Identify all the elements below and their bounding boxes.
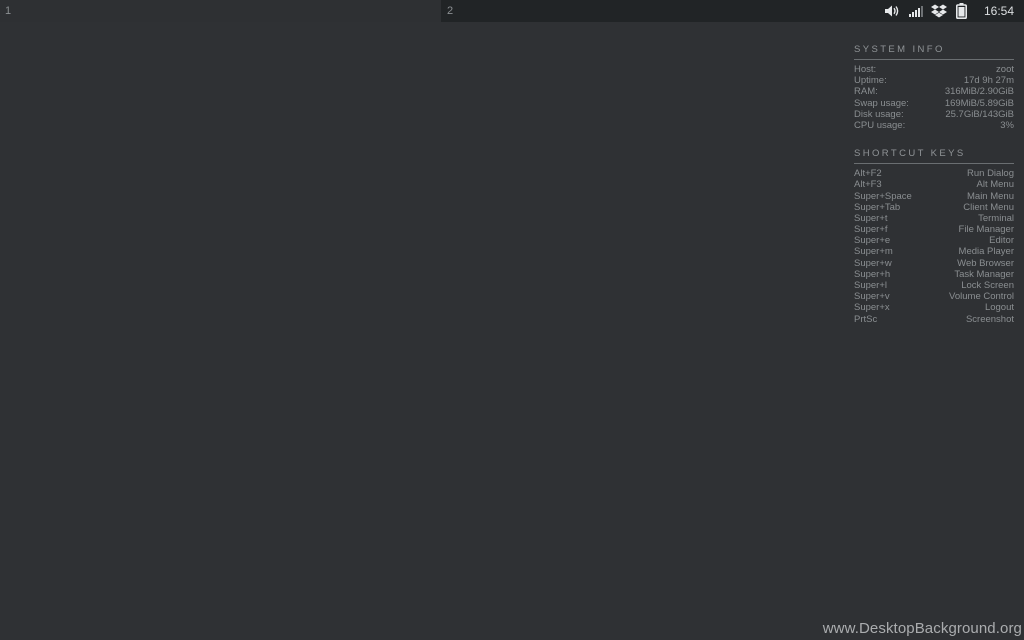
info-key: Swap usage:: [854, 97, 909, 109]
workspace-2-button[interactable]: 2: [441, 0, 821, 22]
shortcut-action: Run Dialog: [967, 168, 1014, 180]
info-row-uptime: Uptime: 17d 9h 27m: [854, 75, 1014, 86]
top-panel: 1 2 16:54: [0, 0, 1024, 22]
shortcut-action: Lock Screen: [961, 280, 1014, 291]
shortcut-key: Super+f: [854, 224, 888, 236]
shortcut-key: Super+v: [854, 291, 890, 303]
shortcut-key: Alt+F3: [854, 179, 882, 191]
system-info-widget: SYSTEM INFO Host: zoot Uptime: 17d 9h 27…: [854, 44, 1014, 325]
shortcut-key: Alt+F2: [854, 168, 882, 180]
shortcut-key: Super+m: [854, 246, 893, 258]
shortcut-action: Terminal: [978, 212, 1014, 224]
info-value: 169MiB/5.89GiB: [944, 97, 1014, 109]
info-value: 25.7GiB/143GiB: [945, 108, 1014, 120]
shortcut-row: PrtSc Screenshot: [854, 314, 1014, 325]
shortcut-key: Super+Space: [854, 190, 912, 202]
shortcut-action: Screenshot: [965, 313, 1014, 325]
shortcut-row: Super+v Volume Control: [854, 291, 1014, 302]
info-row-swap: Swap usage: 169MiB/5.89GiB: [854, 98, 1014, 109]
info-row-host: Host: zoot: [854, 64, 1014, 75]
shortcut-key: Super+x: [854, 302, 890, 314]
shortcut-key: Super+w: [854, 257, 892, 269]
info-row-cpu: CPU usage: 3%: [854, 120, 1014, 131]
info-key: CPU usage:: [854, 119, 906, 131]
shortcut-key: Super+Tab: [854, 201, 901, 213]
system-info-title: SYSTEM INFO: [854, 44, 1014, 60]
shortcut-action: Volume Control: [949, 291, 1014, 303]
shortcut-action: File Manager: [958, 224, 1014, 236]
workspace-2-label: 2: [447, 5, 454, 17]
info-value: 17d 9h 27m: [963, 75, 1014, 87]
shortcut-row: Super+Space Main Menu: [854, 191, 1014, 202]
shortcut-keys-title: SHORTCUT KEYS: [854, 148, 1014, 165]
shortcut-action: Media Player: [958, 246, 1014, 258]
dropbox-icon[interactable]: [930, 0, 948, 22]
workspace-1-label: 1: [5, 5, 12, 17]
info-key: Disk usage:: [854, 108, 904, 120]
volume-icon[interactable]: [884, 0, 902, 22]
clock[interactable]: 16:54: [984, 0, 1014, 22]
workspace-1-button[interactable]: 1: [0, 0, 441, 22]
shortcut-action: Client Menu: [963, 201, 1014, 213]
shortcut-row: Super+e Editor: [854, 235, 1014, 246]
shortcut-action: Main Menu: [967, 190, 1014, 202]
info-row-ram: RAM: 316MiB/2.90GiB: [854, 86, 1014, 97]
info-key: RAM:: [854, 86, 878, 98]
shortcut-action: Web Browser: [957, 257, 1014, 269]
shortcut-row: Alt+F2 Run Dialog: [854, 168, 1014, 179]
shortcut-row: Super+l Lock Screen: [854, 280, 1014, 291]
signal-icon[interactable]: [907, 0, 925, 22]
info-value: 316MiB/2.90GiB: [944, 86, 1014, 98]
battery-icon[interactable]: [953, 0, 971, 22]
shortcut-action: Task Manager: [954, 268, 1014, 280]
shortcut-row: Super+h Task Manager: [854, 269, 1014, 280]
shortcut-key: Super+l: [854, 280, 888, 291]
info-key: Host:: [854, 64, 877, 75]
info-value: 3%: [1000, 119, 1014, 131]
watermark: www.DesktopBackground.org: [822, 620, 1022, 637]
shortcut-row: Super+w Web Browser: [854, 258, 1014, 269]
shortcut-key: PrtSc: [854, 313, 878, 325]
shortcut-row: Super+m Media Player: [854, 246, 1014, 257]
shortcut-row: Super+t Terminal: [854, 213, 1014, 224]
shortcut-key: Super+h: [854, 268, 891, 280]
info-key: Uptime:: [854, 75, 887, 87]
shortcut-row: Alt+F3 Alt Menu: [854, 179, 1014, 190]
shortcut-row: Super+x Logout: [854, 302, 1014, 313]
shortcut-action: Editor: [989, 235, 1014, 247]
shortcut-action: Alt Menu: [976, 179, 1015, 191]
shortcut-key: Super+e: [854, 235, 891, 247]
shortcut-key: Super+t: [854, 212, 888, 224]
info-value: zoot: [996, 64, 1014, 75]
shortcut-row: Super+Tab Client Menu: [854, 202, 1014, 213]
shortcut-action: Logout: [984, 302, 1014, 314]
system-tray: 16:54: [879, 0, 1024, 22]
info-row-disk: Disk usage: 25.7GiB/143GiB: [854, 109, 1014, 120]
shortcut-row: Super+f File Manager: [854, 224, 1014, 235]
